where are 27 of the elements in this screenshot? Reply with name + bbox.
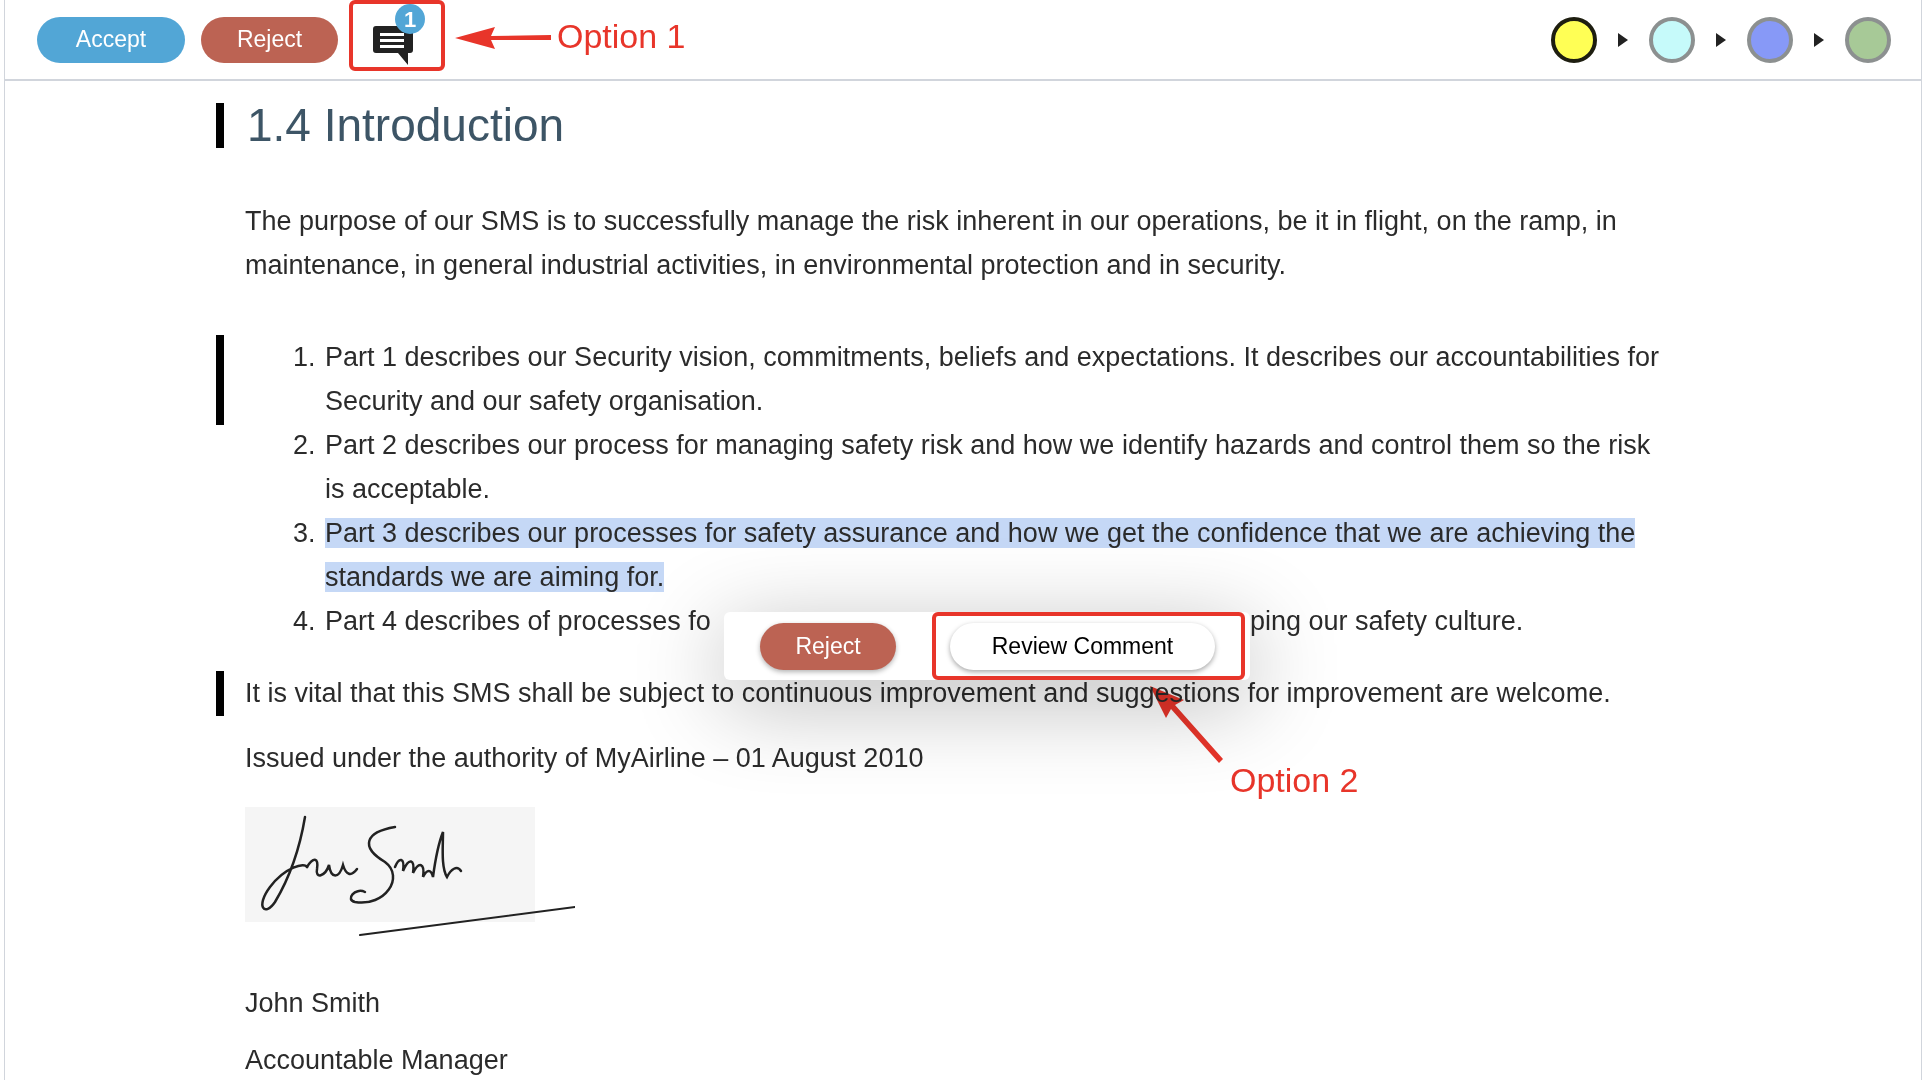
list-item-text: Part 1 describes our Security vision, commitments, beliefs and expectations. It describes our accountabilities for Security and our safety organisation.: [325, 341, 1661, 418]
section-heading: 1.4 Introduction: [247, 103, 565, 148]
comments-button[interactable]: 1: [363, 6, 429, 68]
triangle-icon: [1618, 32, 1628, 47]
paragraph: The purpose of our SMS is to successfully manage the risk inherent in our operations, be it in flight, on the ramp, in maintenance, in general industrial activities, in environmental protection and in security.: [245, 205, 1618, 282]
list-item-text: Part 2 describes our process for managing safety risk and how we identify hazards and control them so the risk is acceptable.: [325, 429, 1652, 506]
reject-button[interactable]: Reject: [760, 622, 896, 670]
list-number: 3.: [293, 517, 317, 550]
list-item-text: ping our safety culture.: [1250, 605, 1524, 638]
selected-text: Part 3 describes our processes for safety assurance and how we get the confidence that we are achieving the standards we are aiming for.: [325, 517, 1637, 594]
count-badge: 1: [395, 4, 425, 34]
annotation-label: Option 1: [557, 16, 686, 56]
accept-button[interactable]: Accept: [37, 16, 185, 63]
list-number: 4.: [293, 605, 317, 638]
paragraph: Issued under the authority of MyAirline – 01 August 2010: [245, 742, 925, 775]
comment-icon: [373, 25, 415, 67]
triangle-icon: [1814, 32, 1824, 47]
paragraph: John Smith: [245, 987, 382, 1020]
list-item-text: Part 4 describes of processes fo: [325, 606, 711, 636]
list-number: 2.: [293, 429, 317, 462]
review-comment-button[interactable]: Review Comment: [950, 622, 1215, 670]
list-number: 1.: [293, 341, 317, 374]
reject-button[interactable]: Reject: [201, 16, 338, 63]
paragraph: Accountable Manager: [245, 1044, 509, 1077]
arrow-icon: [455, 26, 551, 50]
annotation-label: Option 2: [1230, 760, 1359, 800]
triangle-icon: [1716, 32, 1726, 47]
